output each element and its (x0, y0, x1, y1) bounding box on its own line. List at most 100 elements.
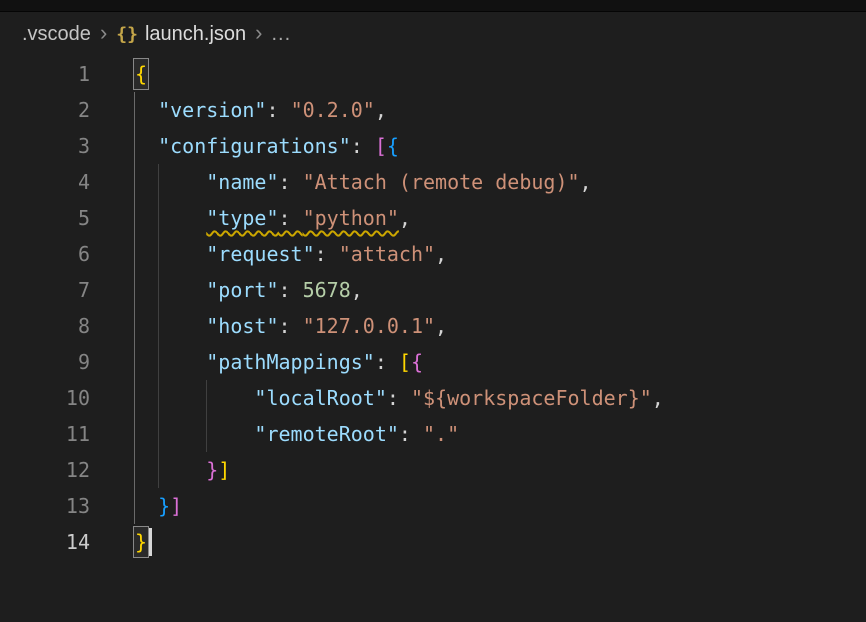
line-number: 12 (0, 452, 90, 488)
code-token: "${workspaceFolder}" (411, 386, 652, 410)
matched-bracket: { (134, 59, 148, 89)
window-top-bar (0, 0, 866, 12)
code-token: { (411, 350, 423, 374)
line-number: 9 (0, 344, 90, 380)
json-braces-icon: {} (116, 24, 138, 45)
code-text: "host": "127.0.0.1", (90, 308, 447, 344)
code-token (134, 314, 206, 338)
code-line[interactable]: 4 "name": "Attach (remote debug)", (0, 164, 866, 200)
code-text: }] (90, 488, 182, 524)
breadcrumb-folder[interactable]: .vscode (22, 23, 91, 46)
code-token: "." (423, 422, 459, 446)
line-number: 8 (0, 308, 90, 344)
code-token: "localRoot" (254, 386, 386, 410)
code-line[interactable]: 6 "request": "attach", (0, 236, 866, 272)
code-token: : (266, 98, 290, 122)
code-token: : (279, 170, 303, 194)
line-number: 6 (0, 236, 90, 272)
code-token: : (279, 206, 303, 230)
matched-bracket: } (134, 527, 148, 557)
line-number: 4 (0, 164, 90, 200)
code-token: : (279, 278, 303, 302)
code-text: }] (90, 452, 230, 488)
code-token: [ (375, 134, 387, 158)
code-line[interactable]: 7 "port": 5678, (0, 272, 866, 308)
code-token: "pathMappings" (206, 350, 375, 374)
code-text: } (90, 524, 152, 560)
line-number: 10 (0, 380, 90, 416)
code-token: : (387, 386, 411, 410)
text-cursor (149, 528, 152, 556)
code-token: [ (399, 350, 411, 374)
code-token: ] (218, 458, 230, 482)
code-lines: 1{2 "version": "0.2.0",3 "configurations… (0, 56, 866, 560)
code-token: "name" (206, 170, 278, 194)
code-token: : (375, 350, 399, 374)
code-token: ] (170, 494, 182, 518)
line-number: 7 (0, 272, 90, 308)
code-token: , (435, 314, 447, 338)
code-token: } (158, 494, 170, 518)
line-number: 1 (0, 56, 90, 92)
code-line[interactable]: 13 }] (0, 488, 866, 524)
breadcrumb-file[interactable]: launch.json (145, 23, 246, 46)
code-token (134, 134, 158, 158)
code-token: "remoteRoot" (254, 422, 399, 446)
code-line[interactable]: 11 "remoteRoot": "." (0, 416, 866, 452)
code-text: "localRoot": "${workspaceFolder}", (90, 380, 664, 416)
code-line[interactable]: 2 "version": "0.2.0", (0, 92, 866, 128)
editor[interactable]: 1{2 "version": "0.2.0",3 "configurations… (0, 56, 866, 622)
code-token (134, 422, 254, 446)
chevron-right-icon: › (246, 20, 271, 46)
code-text: "request": "attach", (90, 236, 447, 272)
code-line[interactable]: 3 "configurations": [{ (0, 128, 866, 164)
code-token: : (351, 134, 375, 158)
code-text: "name": "Attach (remote debug)", (90, 164, 592, 200)
code-line[interactable]: 12 }] (0, 452, 866, 488)
code-token: "127.0.0.1" (303, 314, 435, 338)
code-token: , (652, 386, 664, 410)
code-token (134, 386, 254, 410)
code-token (134, 350, 206, 374)
breadcrumb: .vscode › {} launch.json › ... (0, 12, 866, 56)
code-token (134, 242, 206, 266)
line-number: 2 (0, 92, 90, 128)
code-text: "remoteRoot": "." (90, 416, 459, 452)
code-text: { (90, 56, 148, 92)
code-token (134, 170, 206, 194)
code-token (134, 98, 158, 122)
line-number: 3 (0, 128, 90, 164)
code-token: , (435, 242, 447, 266)
line-number: 14 (0, 524, 90, 560)
code-token: "port" (206, 278, 278, 302)
code-line[interactable]: 8 "host": "127.0.0.1", (0, 308, 866, 344)
code-text: "port": 5678, (90, 272, 363, 308)
code-token: : (315, 242, 339, 266)
code-token: "Attach (remote debug)" (303, 170, 580, 194)
line-number: 5 (0, 200, 90, 236)
code-token: "configurations" (158, 134, 351, 158)
code-token: , (375, 98, 387, 122)
code-line[interactable]: 5 "type": "python", (0, 200, 866, 236)
line-number: 11 (0, 416, 90, 452)
code-token: , (399, 206, 411, 230)
code-token: "python" (303, 206, 399, 230)
code-text: "version": "0.2.0", (90, 92, 387, 128)
code-token: , (580, 170, 592, 194)
code-token (134, 206, 206, 230)
code-token: { (387, 134, 399, 158)
code-line[interactable]: 1{ (0, 56, 866, 92)
code-line[interactable]: 10 "localRoot": "${workspaceFolder}", (0, 380, 866, 416)
code-token: "version" (158, 98, 266, 122)
line-number: 13 (0, 488, 90, 524)
code-token: 5678 (303, 278, 351, 302)
code-token (134, 458, 206, 482)
vscode-window: .vscode › {} launch.json › ... 1{2 "vers… (0, 0, 866, 622)
code-text: "configurations": [{ (90, 128, 399, 164)
code-text: "pathMappings": [{ (90, 344, 423, 380)
breadcrumb-more[interactable]: ... (271, 23, 291, 46)
code-line[interactable]: 14} (0, 524, 866, 560)
code-token: : (399, 422, 423, 446)
code-token: } (206, 458, 218, 482)
code-line[interactable]: 9 "pathMappings": [{ (0, 344, 866, 380)
